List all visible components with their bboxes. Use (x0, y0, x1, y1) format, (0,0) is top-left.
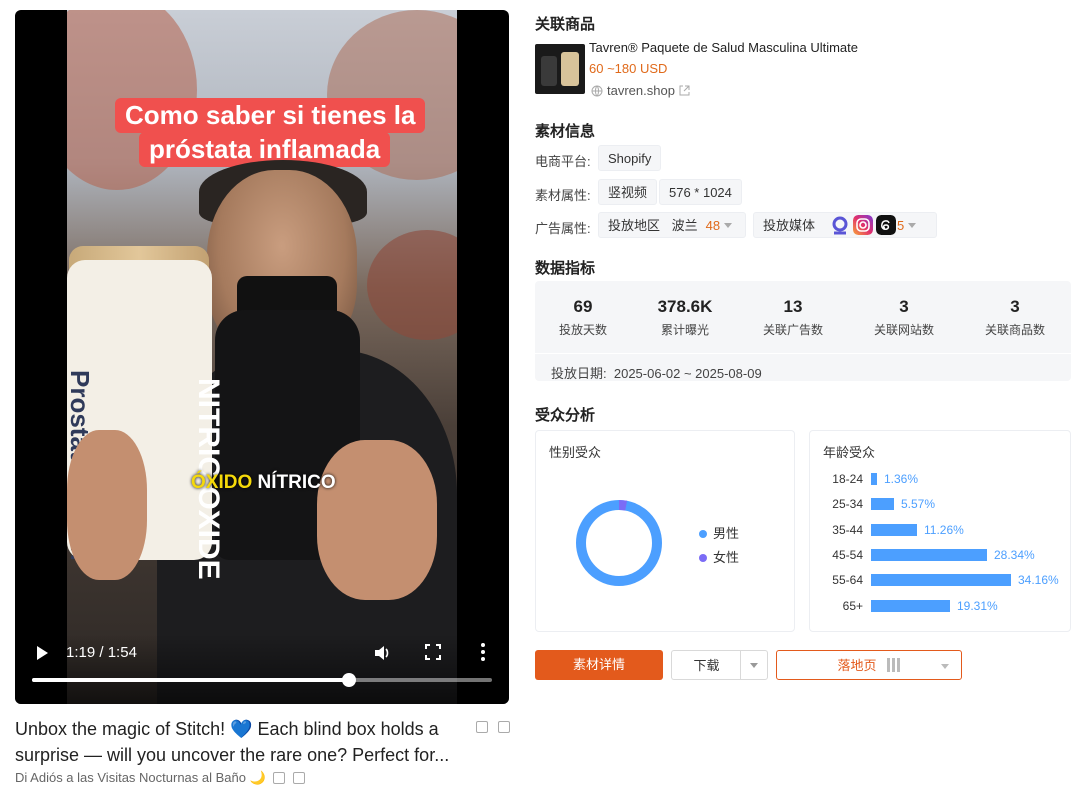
metric-ads: 13 关联广告数 (762, 297, 823, 337)
translate-icon[interactable] (293, 772, 306, 784)
age-label: 55-64 (832, 573, 863, 588)
age-row: 65+ 19.31% (810, 599, 1072, 613)
volume-icon[interactable] (373, 644, 391, 662)
age-percent: 5.57% (901, 497, 936, 512)
region-count: 48 (705, 218, 721, 233)
region-dropdown[interactable]: 投放地区 波兰 48 (598, 212, 746, 238)
age-percent: 19.31% (957, 598, 998, 613)
metrics-panel: 69 投放天数 378.6K 累计曝光 13 关联广告数 3 关联网站数 3 关联商品数 … (535, 281, 1071, 381)
chevron-down-icon (941, 664, 949, 669)
ad-title: Unbox the magic of Stitch! 💙 Each blind … (15, 719, 450, 765)
tree-foliage (367, 230, 457, 340)
age-title: 年龄受众 (823, 445, 876, 460)
age-bar (871, 473, 877, 485)
video-caption-line1: Como saber si tienes la (115, 98, 426, 133)
landing-page-button[interactable]: 落地页 (776, 650, 962, 680)
attr-type-tag: 竖视频 (598, 179, 658, 205)
age-label: 65+ (842, 598, 863, 613)
gender-card: 性别受众 男性 女性 (535, 430, 795, 632)
play-icon[interactable] (37, 646, 48, 660)
product-thumbnail[interactable] (535, 44, 585, 94)
legend-female: 女性 (699, 547, 739, 566)
age-bar (871, 548, 987, 561)
video-player[interactable]: Como saber si tienes la próstata inflama… (15, 10, 509, 704)
chevron-down-icon (750, 663, 758, 668)
video-frame: Como saber si tienes la próstata inflama… (67, 10, 457, 704)
gender-donut-chart (576, 500, 662, 586)
ad-subtitle-row: Di Adiós a las Visitas Nocturnas al Baño… (15, 770, 306, 786)
video-time: 1:19 / 1:54 (66, 644, 137, 661)
age-label: 35-44 (832, 522, 863, 537)
age-row: 55-64 34.16% (810, 573, 1072, 587)
title-actions (472, 721, 510, 733)
age-percent: 11.26% (924, 522, 964, 537)
globe-icon (591, 85, 603, 96)
threads-icon (876, 215, 896, 235)
age-row: 35-44 11.26% (810, 523, 1072, 537)
platform-label: 电商平台: (535, 154, 591, 169)
age-row: 45-54 28.34% (810, 548, 1072, 562)
more-options-icon[interactable] (481, 643, 485, 661)
section-title-material: 素材信息 (535, 123, 596, 140)
age-bar (871, 574, 1011, 587)
section-title-audience: 受众分析 (535, 407, 596, 424)
donut-slice-male (576, 500, 662, 586)
platform-tag: Shopify (598, 145, 662, 171)
age-bar (871, 498, 894, 511)
age-percent: 28.34% (994, 547, 1035, 562)
metric-days: 69 投放天数 (558, 297, 607, 337)
age-row: 25-34 5.57% (810, 497, 1072, 511)
product-domain-link[interactable]: tavren.shop (591, 83, 690, 98)
age-percent: 1.36% (884, 472, 919, 486)
hand-left (67, 430, 147, 580)
download-options-button[interactable] (740, 650, 768, 680)
age-bar-chart: 18-24 1.36% 25-34 5.57% 35-44 11.26% 45-54 28.3… (810, 472, 1072, 622)
age-label: 18-24 (832, 472, 863, 486)
age-bar (871, 599, 950, 612)
gender-title: 性别受众 (549, 445, 602, 460)
metric-impressions: 378.6K 累计曝光 (657, 297, 713, 337)
age-percent: 34.16% (1018, 573, 1059, 588)
translate-icon[interactable] (498, 721, 510, 733)
metric-sites: 3 关联网站数 (873, 297, 934, 337)
ad-subtitle: Di Adiós a las Visitas Nocturnas al Baño… (15, 770, 266, 785)
video-progress-fill (32, 678, 350, 682)
section-title-product: 关联商品 (535, 16, 596, 33)
age-bar (871, 523, 917, 536)
external-link-icon[interactable] (679, 85, 690, 96)
metric-products: 3 关联商品数 (984, 297, 1045, 337)
age-label: 45-54 (832, 547, 863, 562)
product-domain: tavren.shop (607, 83, 675, 98)
download-button[interactable]: 下载 (671, 650, 741, 680)
fullscreen-icon[interactable] (425, 644, 441, 660)
qr-code-icon (886, 658, 901, 672)
product-price: 60 ~180 USD (589, 61, 668, 76)
region-label: 投放地区 (608, 218, 661, 233)
media-label: 投放媒体 (763, 218, 816, 233)
video-overlay-text: ÓXIDO NÍTRICO (191, 472, 336, 493)
region-value: 波兰 (671, 218, 698, 233)
age-card: 年龄受众 18-24 1.36% 25-34 5.57% 35-44 11.26% 45-5… (809, 430, 1071, 632)
copy-icon[interactable] (273, 772, 286, 784)
delivery-date: 投放日期: 2025-06-02 ~ 2025-08-09 (551, 366, 762, 381)
copy-icon[interactable] (476, 721, 488, 733)
chevron-down-icon (908, 223, 917, 228)
product-name[interactable]: Tavren® Paquete de Salud Masculina Ultim… (589, 40, 858, 55)
chevron-down-icon (724, 223, 733, 228)
video-progress-bar[interactable] (32, 673, 492, 687)
attr-size-tag: 576 * 1024 (659, 179, 742, 205)
ad-attr-label: 广告属性: (535, 221, 591, 236)
age-row: 18-24 1.36% (810, 472, 1072, 486)
age-label: 25-34 (832, 497, 863, 512)
legend-male: 男性 (699, 523, 739, 542)
section-title-metrics: 数据指标 (535, 260, 596, 277)
hand-right (317, 440, 437, 600)
material-detail-button[interactable]: 素材详情 (535, 650, 663, 680)
attr-label: 素材属性: (535, 188, 591, 203)
landing-label: 落地页 (837, 658, 877, 673)
instagram-icon (853, 215, 873, 235)
meta-audience-icon (832, 216, 848, 235)
media-count: 5 (897, 218, 905, 233)
